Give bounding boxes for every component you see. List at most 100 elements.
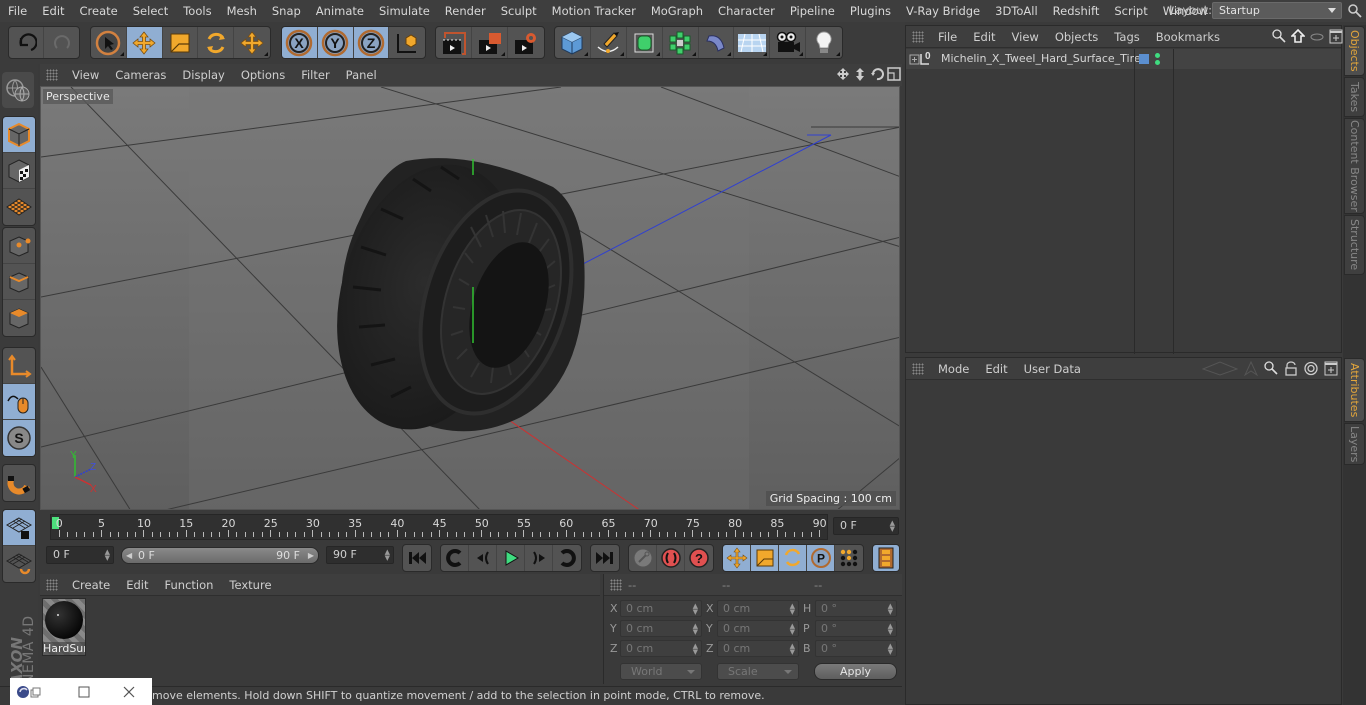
workplane-mode-button[interactable] (3, 189, 35, 225)
previous-frame-button[interactable] (469, 545, 497, 571)
rotate-button[interactable] (198, 27, 235, 58)
viewport-menu-view[interactable]: View (64, 68, 107, 82)
redo-button[interactable] (44, 27, 79, 58)
render-view-button[interactable] (436, 27, 472, 58)
position-key-button[interactable] (723, 545, 751, 571)
coordinate-system-button[interactable] (389, 27, 425, 58)
point-level-animation-button[interactable] (835, 545, 863, 571)
app-restore-icon[interactable] (16, 685, 42, 699)
solo-button[interactable]: S (3, 420, 35, 456)
eye-icon[interactable] (1310, 29, 1324, 44)
undo-button[interactable] (9, 27, 45, 58)
parameter-key-button[interactable]: P (807, 545, 835, 571)
target-icon[interactable] (1304, 361, 1318, 376)
menu-tools[interactable]: Tools (175, 4, 218, 18)
menu-file[interactable]: File (0, 4, 34, 18)
lock-icon[interactable] (1284, 361, 1298, 376)
locked-workplane-button[interactable] (3, 510, 35, 546)
menu-plugins[interactable]: Plugins (842, 4, 898, 18)
menu-simulate[interactable]: Simulate (371, 4, 437, 18)
x-axis-lock-button[interactable]: X (282, 27, 318, 58)
rot-h-field[interactable]: 0 ° ▲ ▼ (815, 600, 897, 617)
material-menu-create[interactable]: Create (64, 578, 118, 592)
autokey-button[interactable] (657, 545, 685, 571)
attribute-menu-edit[interactable]: Edit (977, 362, 1015, 376)
size-y-field[interactable]: 0 cm ▲ ▼ (717, 620, 799, 637)
pos-x-field[interactable]: 0 cm ▲ ▼ (620, 600, 702, 617)
subdivision-surface-button[interactable] (627, 27, 663, 58)
grip-icon[interactable] (46, 578, 58, 591)
keyframe-selection-button[interactable]: ? (685, 545, 713, 571)
menu-pipeline[interactable]: Pipeline (782, 4, 842, 18)
edges-mode-button[interactable] (3, 264, 35, 300)
menu-mesh[interactable]: Mesh (219, 4, 264, 18)
grip-icon[interactable] (46, 69, 58, 81)
live-selection-button[interactable] (91, 27, 127, 58)
tab-takes[interactable]: Takes (1344, 77, 1365, 117)
go-to-start-button[interactable] (403, 545, 431, 571)
range-right-arrow-icon[interactable]: ▶ (308, 548, 314, 563)
attribute-menu-user-data[interactable]: User Data (1016, 362, 1089, 376)
texture-mode-button[interactable] (3, 153, 35, 189)
polygons-mode-button[interactable] (3, 300, 35, 336)
apply-button[interactable]: Apply (814, 663, 897, 680)
coordinate-mode-select[interactable]: World (620, 663, 702, 680)
menu-sculpt[interactable]: Sculpt (493, 4, 544, 18)
move-button[interactable] (126, 27, 163, 58)
object-menu-bookmarks[interactable]: Bookmarks (1148, 30, 1228, 44)
start-frame-field[interactable]: 0 F ▲ ▼ (46, 546, 114, 564)
zoom-icon[interactable] (853, 67, 867, 82)
size-mode-select[interactable]: Scale (717, 663, 799, 680)
pen-button[interactable] (591, 27, 627, 58)
material-menu-texture[interactable]: Texture (221, 578, 279, 592)
viewport-menu-display[interactable]: Display (174, 68, 232, 82)
render-settings-button[interactable] (508, 27, 544, 58)
layer-color-swatch[interactable] (1139, 54, 1149, 64)
render-picture-viewer-button[interactable] (472, 27, 508, 58)
object-row[interactable]: 0 Michelin_X_Tweel_Hard_Surface_Tire (906, 49, 1341, 354)
light-button[interactable] (806, 27, 842, 58)
menu-character[interactable]: Character (710, 4, 782, 18)
grip-icon[interactable] (912, 30, 924, 43)
viewport-menu-panel[interactable]: Panel (338, 68, 385, 82)
axis-mode-button[interactable] (3, 348, 35, 384)
pan-icon[interactable] (836, 67, 850, 82)
scale-button[interactable] (163, 27, 199, 58)
go-to-end-button[interactable] (591, 545, 619, 571)
size-z-field[interactable]: 0 cm ▲ ▼ (717, 640, 799, 657)
layout-select[interactable]: Startup (1212, 2, 1342, 19)
search-icon[interactable] (1264, 361, 1278, 376)
pos-y-field[interactable]: 0 cm ▲ ▼ (620, 620, 702, 637)
floor-button[interactable] (734, 27, 771, 58)
tab-attributes[interactable]: Attributes (1344, 358, 1365, 422)
menu-render[interactable]: Render (437, 4, 493, 18)
end-frame-field[interactable]: 90 F ▲ ▼ (326, 546, 394, 564)
planar-workplane-button[interactable] (3, 546, 35, 582)
up-icon[interactable] (1244, 361, 1258, 376)
make-editable-button[interactable] (2, 72, 34, 108)
tab-layers[interactable]: Layers (1344, 423, 1365, 465)
size-x-field[interactable]: 0 cm ▲ ▼ (717, 600, 799, 617)
current-frame-field[interactable]: 0 F ▲ ▼ (833, 517, 899, 535)
object-menu-view[interactable]: View (1004, 30, 1047, 44)
maximize-view-icon[interactable] (887, 67, 901, 82)
timeline-button[interactable] (873, 545, 899, 571)
camera-label[interactable]: Perspective (43, 89, 113, 104)
render-visibility-dot[interactable] (1155, 60, 1160, 65)
tab-objects[interactable]: Objects (1344, 26, 1365, 76)
cloner-button[interactable] (663, 27, 699, 58)
next-frame-button[interactable] (525, 545, 553, 571)
editor-visibility-dot[interactable] (1155, 53, 1160, 58)
grip-icon[interactable] (912, 362, 924, 375)
motion-record-button[interactable] (629, 545, 657, 571)
back-icon[interactable] (1202, 361, 1238, 376)
previous-keyframe-button[interactable] (441, 545, 469, 571)
object-menu-file[interactable]: File (930, 30, 965, 44)
play-button[interactable] (497, 545, 525, 571)
menu-animate[interactable]: Animate (308, 4, 371, 18)
menu-edit[interactable]: Edit (34, 4, 71, 18)
last-tool-button[interactable] (234, 27, 270, 58)
orbit-icon[interactable] (870, 67, 884, 82)
scale-key-button[interactable] (751, 545, 779, 571)
new-window-icon[interactable] (1324, 361, 1338, 376)
